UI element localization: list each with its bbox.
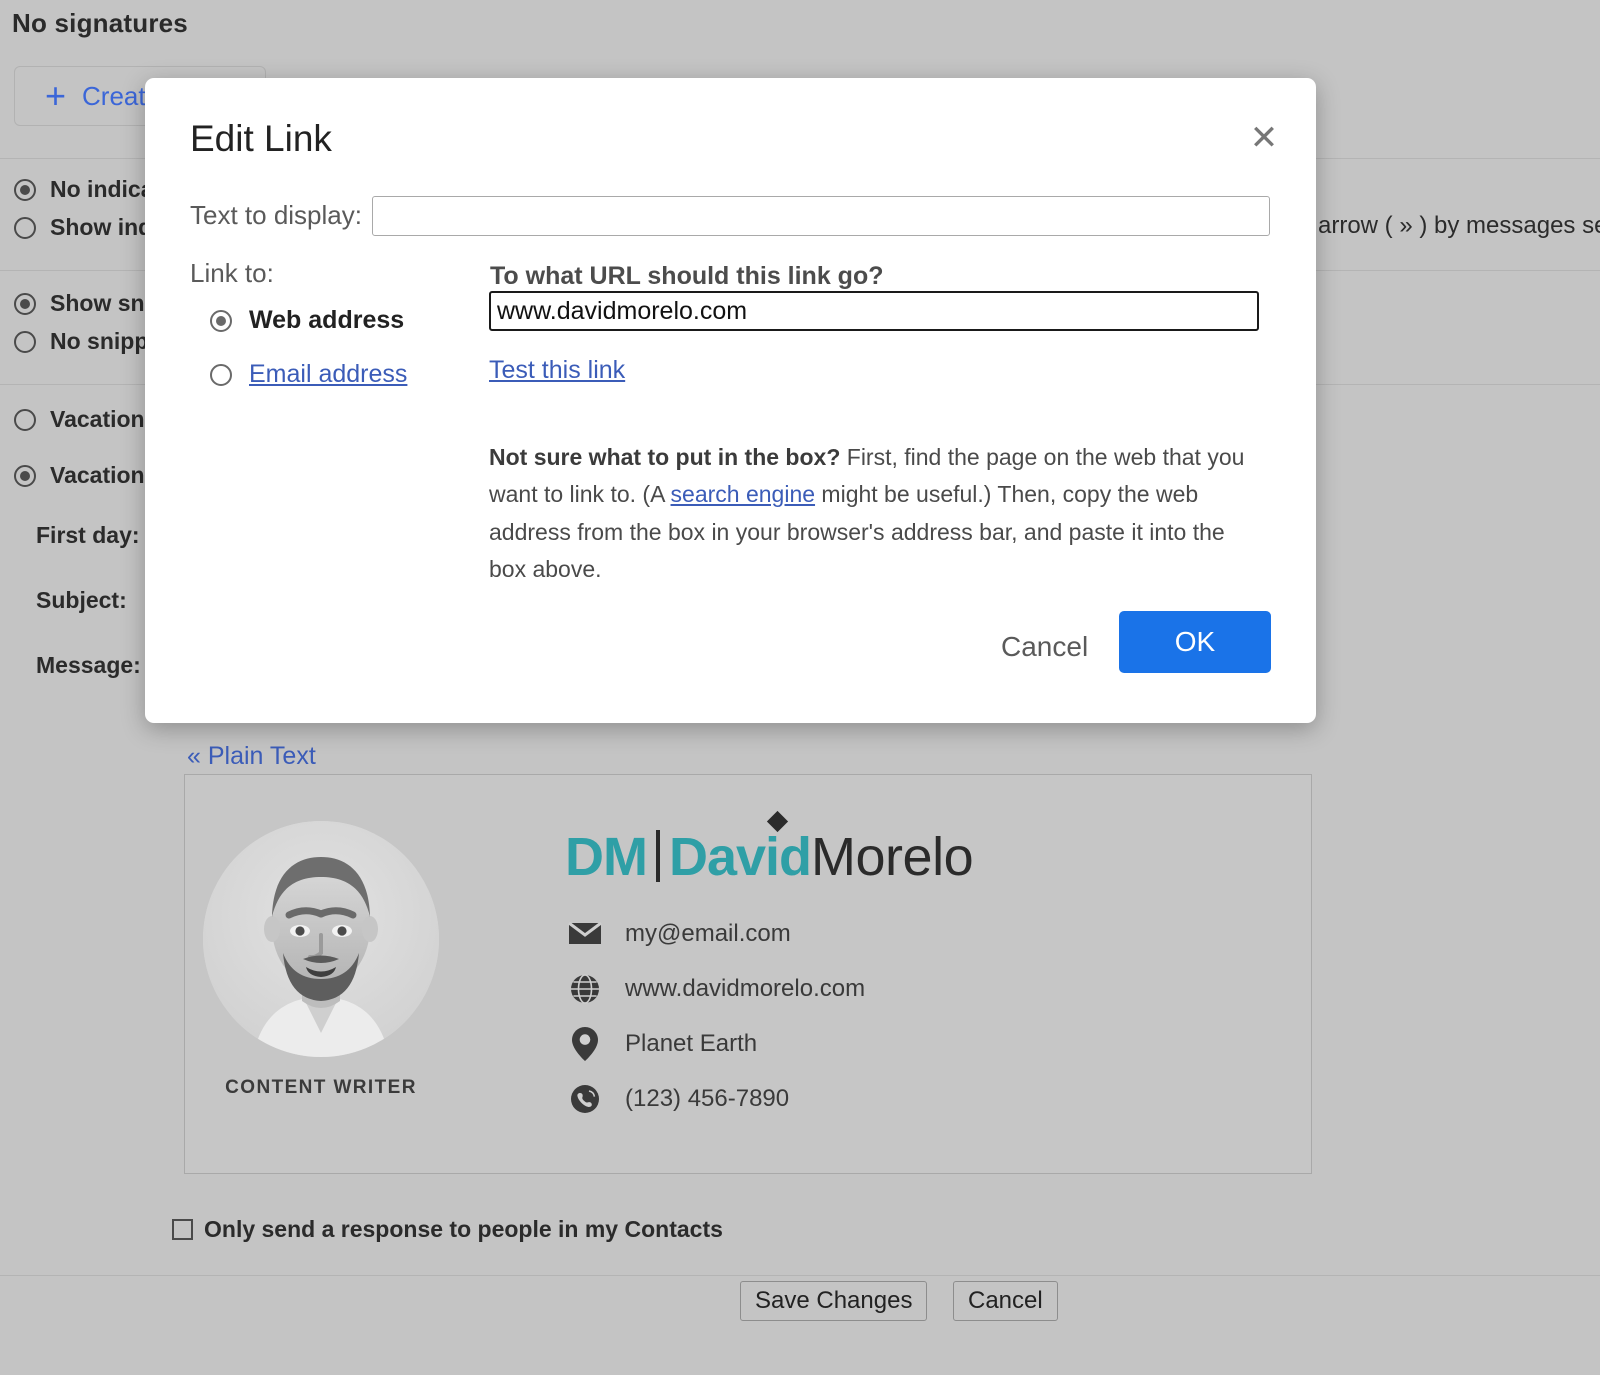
avatar (203, 821, 439, 1057)
edit-link-dialog: Edit Link ✕ Text to display: Link to: We… (145, 78, 1316, 723)
logo-divider (655, 830, 660, 882)
radio-indicator[interactable] (14, 292, 36, 315)
checkbox[interactable] (172, 1219, 193, 1240)
contact-row-location: Planet Earth (565, 1021, 865, 1066)
help-lead: Not sure what to put in the box? (489, 444, 841, 470)
divider (0, 1275, 1600, 1276)
radio-indicator[interactable] (14, 464, 36, 487)
dialog-cancel-button[interactable]: Cancel (985, 621, 1104, 673)
phone-icon (565, 1084, 605, 1114)
contact-row-website: www.davidmorelo.com (565, 966, 865, 1011)
radio-indicator[interactable] (14, 408, 36, 431)
radio-indicator[interactable] (14, 330, 36, 353)
text-to-display-label: Text to display: (190, 200, 362, 230)
signature-role: CONTENT WRITER (225, 1077, 417, 1098)
link-to-label: Link to: (190, 258, 274, 288)
subject-label: Subject: (36, 587, 127, 613)
radio-indicator[interactable] (210, 309, 232, 332)
contact-value: www.davidmorelo.com (625, 974, 866, 1002)
url-question-label: To what URL should this link go? (490, 262, 884, 290)
contact-value: (123) 456-7890 (625, 1084, 790, 1112)
first-day-label: First day: (36, 522, 140, 548)
radio-indicator[interactable] (14, 178, 36, 201)
indicators-description-text: arrow ( » ) by messages sent to my addre… (1318, 212, 1600, 239)
location-pin-icon (565, 1026, 605, 1061)
radio-label: Web address (249, 306, 405, 334)
only-send-contacts-label: Only send a response to people in my Con… (204, 1216, 723, 1242)
contact-row-phone: (123) 456-7890 (565, 1076, 865, 1121)
save-changes-button[interactable]: Save Changes (740, 1281, 928, 1321)
help-text: Not sure what to put in the box? First, … (489, 439, 1261, 588)
message-label: Message: (36, 652, 141, 678)
logo-last-name: Morelo (811, 827, 974, 887)
close-icon[interactable]: ✕ (1243, 117, 1285, 159)
plain-text-link[interactable]: « Plain Text (187, 742, 316, 771)
page-title: No signatures (12, 8, 188, 38)
radio-indicator[interactable] (14, 216, 36, 239)
plus-icon: + (45, 75, 67, 116)
contact-value: my@email.com (625, 919, 791, 947)
text-to-display-input[interactable] (372, 196, 1270, 236)
url-input[interactable] (489, 291, 1259, 331)
brand-logo: DM David Morelo (565, 810, 974, 887)
radio-web-address[interactable]: Web address (210, 306, 404, 335)
contact-value: Planet Earth (625, 1029, 758, 1057)
logo-monogram: DM (565, 827, 648, 887)
radio-email-address[interactable]: Email address (210, 360, 407, 389)
globe-icon (565, 973, 605, 1004)
radio-indicator[interactable] (210, 363, 232, 386)
contact-row-email: my@email.com (565, 911, 865, 956)
dialog-ok-button[interactable]: OK (1119, 611, 1271, 673)
radio-label[interactable]: Email address (249, 360, 407, 389)
dialog-title: Edit Link (190, 118, 332, 159)
envelope-icon (565, 921, 605, 946)
signature-preview-card[interactable]: CONTENT WRITER DM David Morelo my@email.… (184, 774, 1312, 1174)
test-this-link[interactable]: Test this link (489, 356, 625, 385)
diamond-icon (766, 810, 789, 833)
only-send-contacts-checkbox-row[interactable]: Only send a response to people in my Con… (172, 1216, 723, 1243)
search-engine-link[interactable]: search engine (671, 481, 816, 507)
logo-first-name: David (669, 810, 812, 884)
cancel-button[interactable]: Cancel (953, 1281, 1058, 1321)
contact-list: my@email.com www.davidmorelo.com Planet … (565, 911, 865, 1131)
